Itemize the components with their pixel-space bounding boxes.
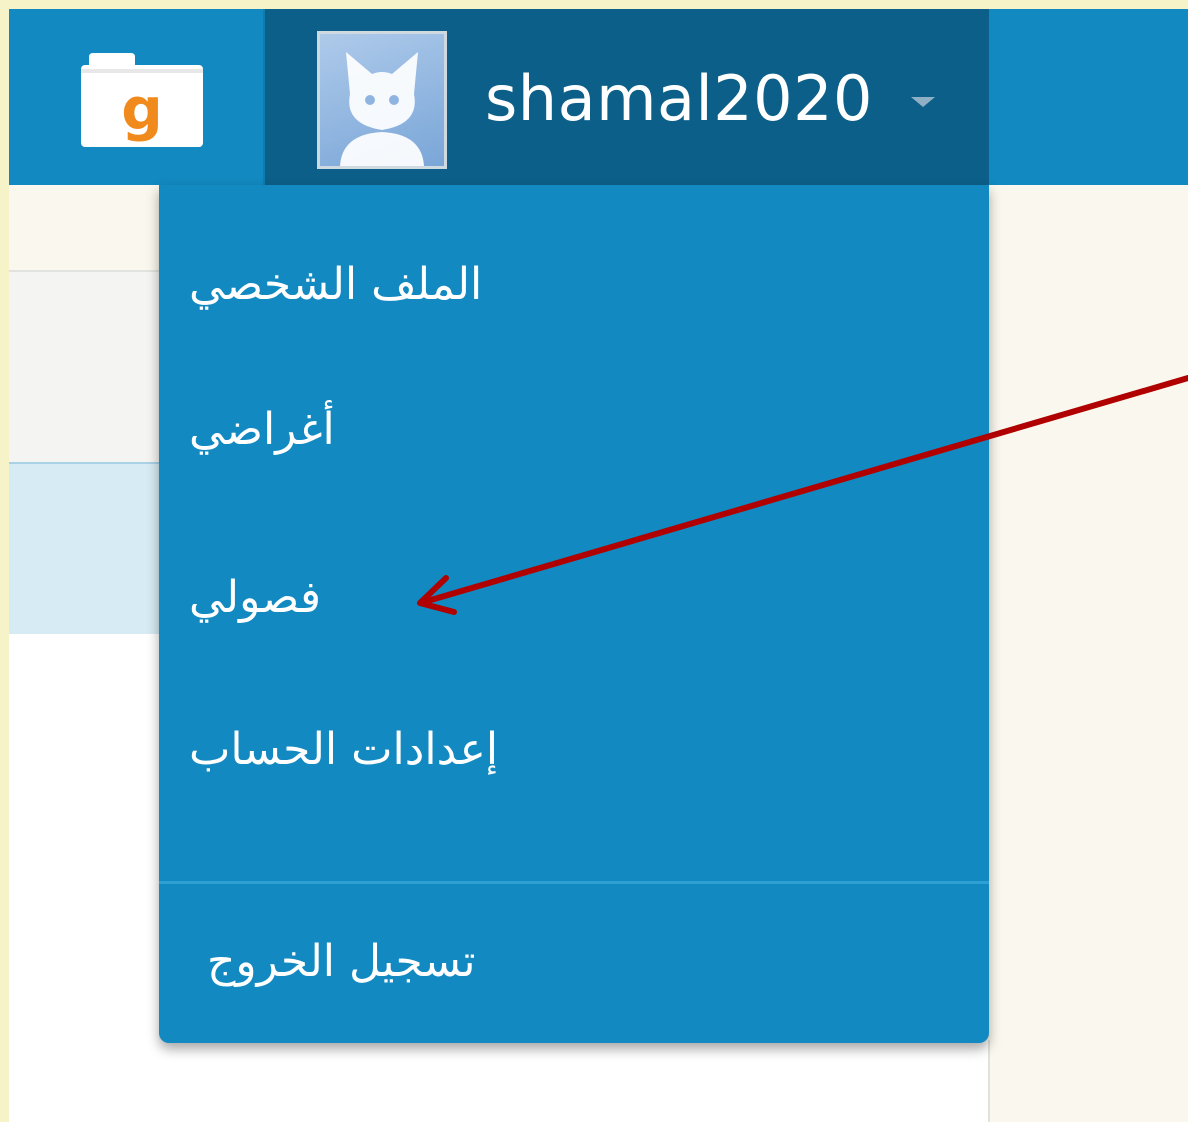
menu-divider [159,881,989,884]
frame-border-left [0,0,9,1122]
caret-down-icon[interactable] [909,95,937,109]
page-divider [988,1040,990,1122]
page-highlight-strip [9,462,159,636]
page-background-strip [9,270,159,464]
menu-item-account-settings[interactable]: إعدادات الحساب [189,705,498,795]
top-navbar: g shamal2020 [9,9,1188,185]
page-background-strip [9,634,159,1122]
frame-border-top [0,0,1188,9]
menu-item-profile[interactable]: الملف الشخصي [189,240,482,330]
user-dropdown-menu: الملف الشخصي أغراضي فصولي إعدادات الحساب… [159,185,989,1043]
menu-item-my-classes[interactable]: فصولي [189,553,321,643]
logo-letter: g [121,75,163,143]
page-content-area [159,1040,989,1122]
cat-avatar-icon [340,52,424,166]
menu-item-logout[interactable]: تسجيل الخروج [207,917,475,1007]
username[interactable]: shamal2020 [485,59,873,139]
menu-item-my-items[interactable]: أغراضي [189,385,335,475]
folder-icon: g [81,53,203,147]
page-background-strip [9,185,159,270]
avatar[interactable] [317,31,447,169]
user-menu-toggle[interactable]: shamal2020 [265,9,989,185]
logo-button[interactable]: g [9,9,265,185]
